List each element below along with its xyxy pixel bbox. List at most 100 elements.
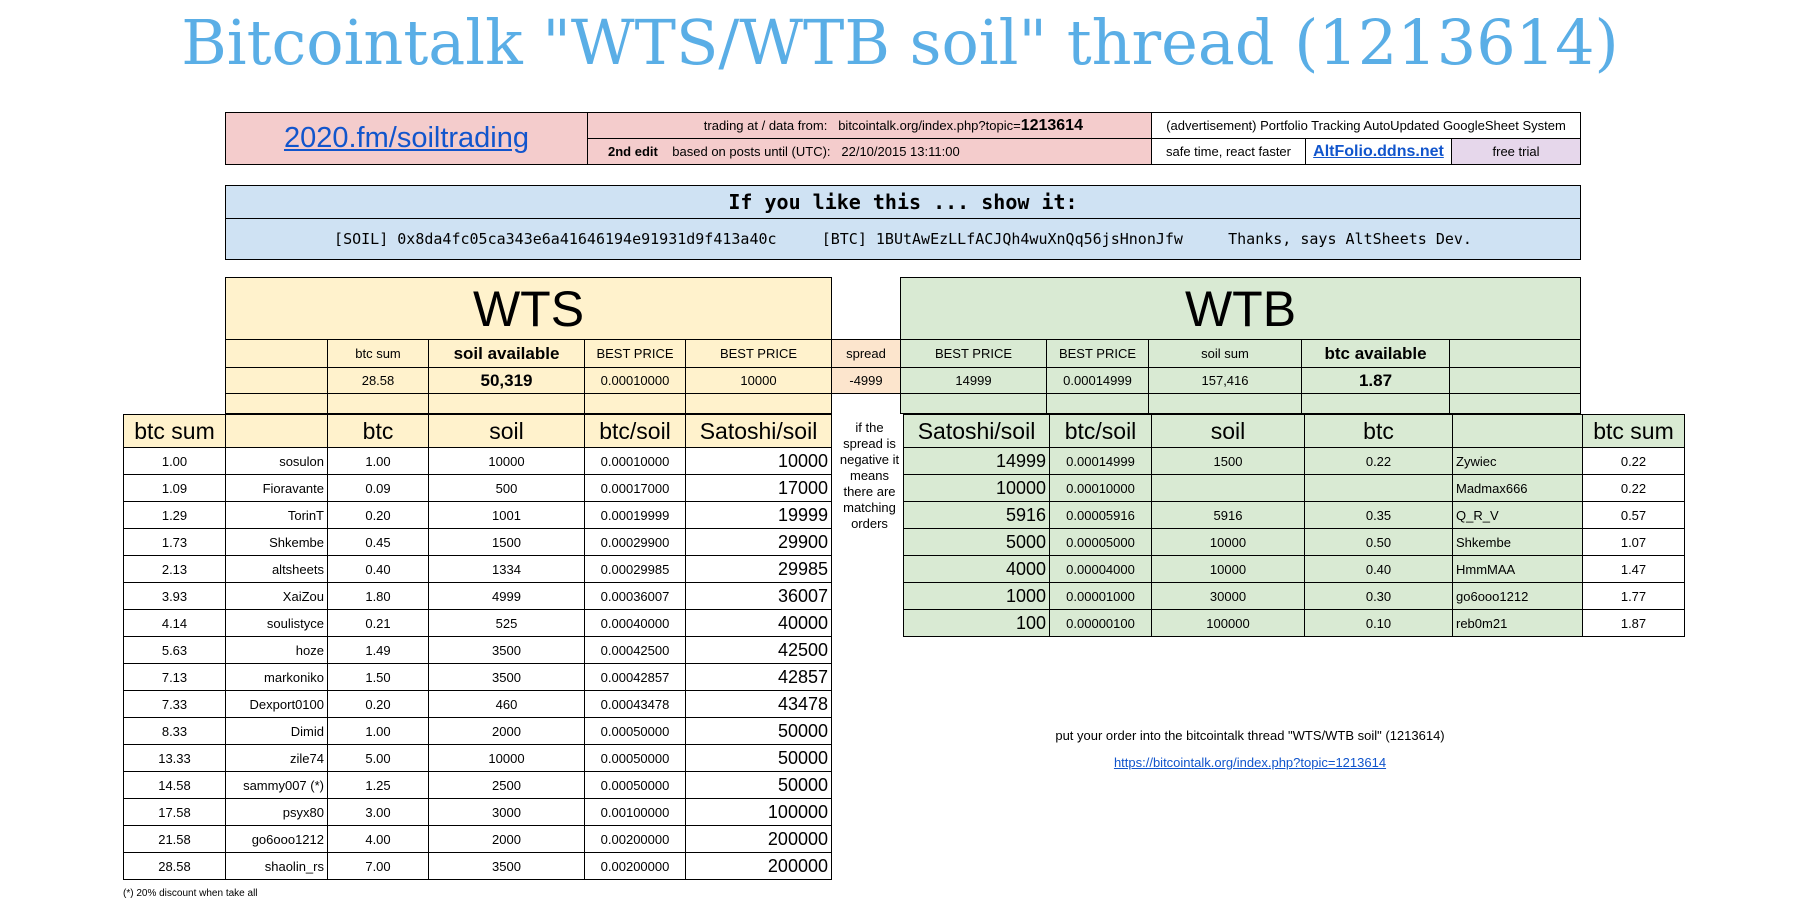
soil-cell: 10000 (1151, 528, 1305, 556)
table-row: 14999 0.00014999 1500 0.22 Zywiec 0.22 (903, 447, 1685, 475)
btc-cell (1304, 474, 1453, 502)
btc-sum-cell: 3.93 (123, 582, 226, 610)
satoshi-per-soil-cell: 50000 (685, 744, 832, 772)
soil-cell: 2000 (428, 717, 585, 745)
soil-cell: 1500 (428, 528, 585, 556)
seller-name-cell: markoniko (225, 663, 328, 691)
btc-sum-cell: 1.07 (1582, 528, 1685, 556)
buyer-name-cell: Madmax666 (1452, 474, 1583, 502)
btc-cell: 1.00 (327, 447, 429, 475)
spread-note-line: if the (855, 420, 884, 435)
btc-sum-cell: 1.87 (1582, 609, 1685, 637)
btc-sum-cell: 0.22 (1582, 474, 1685, 502)
satoshi-per-soil-cell: 200000 (685, 825, 832, 853)
btc-cell: 0.09 (327, 474, 429, 502)
soil-cell: 3500 (428, 852, 585, 880)
soil-cell: 3500 (428, 636, 585, 664)
table-row: 7.13 markoniko 1.50 3500 0.00042857 42857 (123, 663, 832, 691)
table-row: 1.73 Shkembe 0.45 1500 0.00029900 29900 (123, 528, 832, 556)
satoshi-per-soil-cell: 10000 (685, 447, 832, 475)
seller-name-cell: TorinT (225, 501, 328, 529)
satoshi-per-soil-cell: 29900 (685, 528, 832, 556)
wts-best-price-btc: 0.00010000 (584, 367, 686, 394)
buyer-name-cell: Q_R_V (1452, 501, 1583, 529)
wtb-order-table: Satoshi/soil btc/soil soil btc btc sum 1… (903, 414, 1685, 637)
soil-cell: 3500 (428, 663, 585, 691)
btc-cell: 1.00 (327, 717, 429, 745)
btc-per-soil-cell: 0.00040000 (584, 609, 686, 637)
thanks-text: Thanks, says AltSheets Dev. (1228, 230, 1472, 248)
altfolio-link[interactable]: AltFolio.ddns.net (1313, 143, 1444, 160)
satoshi-per-soil-cell: 29985 (685, 555, 832, 583)
btc-per-soil-cell: 0.00010000 (584, 447, 686, 475)
btc-sum-cell: 7.33 (123, 690, 226, 718)
donate-heading: If you like this ... show it: (226, 186, 1580, 219)
page-title: Bitcointalk "WTS/WTB soil" thread (12136… (181, 6, 1619, 79)
btc-cell: 1.50 (327, 663, 429, 691)
order-thread-link[interactable]: https://bitcointalk.org/index.php?topic=… (1000, 755, 1500, 770)
donation-box: If you like this ... show it: [SOIL] 0x8… (225, 185, 1581, 260)
timestamp: 22/10/2015 13:11:00 (841, 144, 960, 159)
site-link-cell: 2020.fm/soiltrading (225, 112, 588, 165)
satoshi-per-soil-cell: 14999 (903, 447, 1050, 475)
edit-label: 2nd edit (608, 144, 658, 159)
btc-address[interactable]: 1BUtAwEzLLfACJQh4wuXnQq56jsHnonJfw (876, 230, 1183, 248)
btc-sum-cell: 4.14 (123, 609, 226, 637)
table-row: 17.58 psyx80 3.00 3000 0.00100000 100000 (123, 798, 832, 826)
topic-id: 1213614 (1020, 116, 1083, 134)
seller-name-cell: altsheets (225, 555, 328, 583)
site-link[interactable]: 2020.fm/soiltrading (284, 122, 529, 154)
buyer-name-cell: reb0m21 (1452, 609, 1583, 637)
seller-name-cell: Dexport0100 (225, 690, 328, 718)
table-row: 8.33 Dimid 1.00 2000 0.00050000 50000 (123, 717, 832, 745)
safe-time: safe time, react faster (1166, 144, 1291, 159)
altfolio-cell: AltFolio.ddns.net (1305, 138, 1452, 165)
donate-addresses: [SOIL] 0x8da4fc05ca343e6a41646194e91931d… (226, 219, 1580, 259)
btc-cell: 0.20 (327, 690, 429, 718)
soil-cell (1151, 474, 1305, 502)
btc-per-soil-cell: 0.00014999 (1049, 447, 1152, 475)
edit-cell: 2nd edit based on posts until (UTC): 22/… (587, 138, 1152, 165)
table-row: 10000 0.00010000 Madmax666 0.22 (903, 474, 1685, 502)
table-row: 1.29 TorinT 0.20 1001 0.00019999 19999 (123, 501, 832, 529)
table-row: 5.63 hoze 1.49 3500 0.00042500 42500 (123, 636, 832, 664)
seller-name-cell: psyx80 (225, 798, 328, 826)
btc-per-soil-cell: 0.00010000 (1049, 474, 1152, 502)
seller-name-cell: soulistyce (225, 609, 328, 637)
wts-heading: WTS (225, 277, 832, 340)
satoshi-per-soil-cell: 50000 (685, 717, 832, 745)
soil-cell: 1500 (1151, 447, 1305, 475)
buyer-name-cell: Zywiec (1452, 447, 1583, 475)
wtb-col-soil: soil (1151, 414, 1305, 448)
satoshi-per-soil-cell: 200000 (685, 852, 832, 880)
soil-cell: 2500 (428, 771, 585, 799)
btc-cell: 0.10 (1304, 609, 1453, 637)
buyer-name-cell: go6ooo1212 (1452, 582, 1583, 610)
satoshi-per-soil-cell: 100000 (685, 798, 832, 826)
table-row: 4000 0.00004000 10000 0.40 HmmMAA 1.47 (903, 555, 1685, 583)
wts-summary-header-1: btc sum (327, 339, 429, 368)
seller-name-cell: shaolin_rs (225, 852, 328, 880)
soil-cell: 10000 (428, 447, 585, 475)
btc-sum-cell: 8.33 (123, 717, 226, 745)
btc-sum-cell: 1.09 (123, 474, 226, 502)
table-row: 1.09 Fioravante 0.09 500 0.00017000 17000 (123, 474, 832, 502)
wtb-btc-available: 1.87 (1301, 367, 1450, 394)
btc-sum-cell: 0.57 (1582, 501, 1685, 529)
spread-note-line: there are (843, 484, 896, 499)
btc-sum-cell: 1.29 (123, 501, 226, 529)
btc-per-soil-cell: 0.00036007 (584, 582, 686, 610)
soil-address[interactable]: 0x8da4fc05ca343e6a41646194e91931d9f413a4… (397, 230, 776, 248)
soil-cell: 4999 (428, 582, 585, 610)
soil-cell: 1001 (428, 501, 585, 529)
table-row: 100 0.00000100 100000 0.10 reb0m21 1.87 (903, 609, 1685, 637)
wts-btc-sum-total: 28.58 (327, 367, 429, 394)
wtb-col-satoshi-soil: Satoshi/soil (903, 414, 1050, 448)
seller-name-cell: Fioravante (225, 474, 328, 502)
spread-note: if the spread is negative it means there are… (835, 420, 904, 532)
wtb-soil-sum: 157,416 (1148, 367, 1302, 394)
btc-per-soil-cell: 0.00050000 (584, 717, 686, 745)
free-trial-cell: free trial (1451, 138, 1581, 165)
btc-per-soil-cell: 0.00100000 (584, 798, 686, 826)
btc-cell: 0.30 (1304, 582, 1453, 610)
